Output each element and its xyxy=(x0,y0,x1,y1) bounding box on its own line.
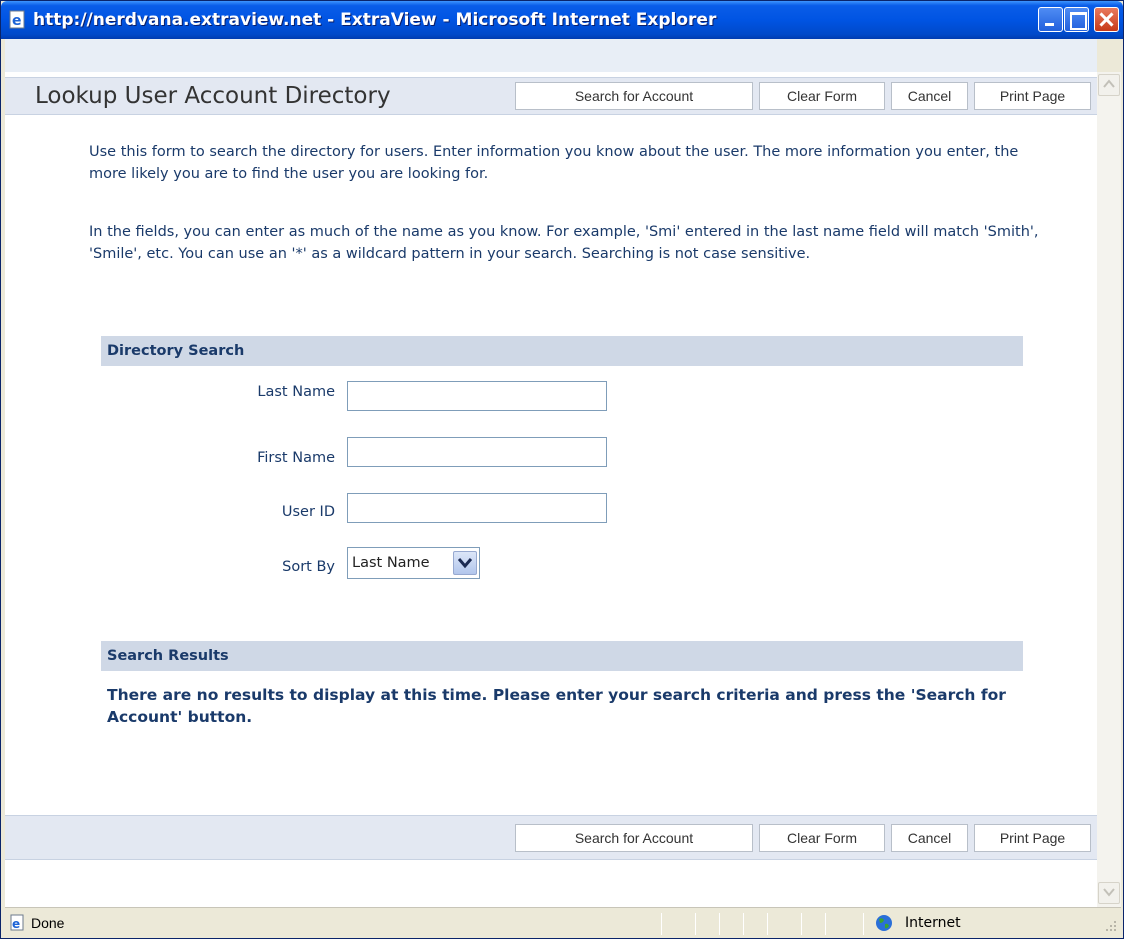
status-divider xyxy=(825,913,826,935)
user-id-input[interactable] xyxy=(347,493,607,523)
search-results-heading: Search Results xyxy=(107,648,229,664)
chevron-down-icon[interactable] xyxy=(453,551,477,575)
clear-form-button[interactable]: Clear Form xyxy=(759,82,885,110)
intro-paragraph-2: In the fields, you can enter as much of … xyxy=(89,224,1039,262)
ie-page-icon: e xyxy=(10,914,24,931)
security-zone-text: Internet xyxy=(905,915,961,931)
status-divider xyxy=(743,913,744,935)
directory-search-header: Directory Search xyxy=(101,336,1023,366)
page-body xyxy=(5,72,1097,907)
search-results-header: Search Results xyxy=(101,641,1023,671)
no-results-message: There are no results to display at this … xyxy=(107,686,1006,726)
top-band xyxy=(5,39,1097,72)
chevron-down-icon xyxy=(1103,888,1115,897)
vertical-scrollbar[interactable] xyxy=(1097,72,1121,907)
resize-grip-icon[interactable] xyxy=(1103,918,1117,932)
cancel-button[interactable]: Cancel xyxy=(891,82,968,110)
first-name-input[interactable] xyxy=(347,437,607,467)
window-title: http://nerdvana.extraview.net - ExtraVie… xyxy=(33,10,717,30)
page-viewport: Lookup User Account Directory Search for… xyxy=(5,39,1097,907)
last-name-input[interactable] xyxy=(347,381,607,411)
ie-page-icon: e xyxy=(9,10,25,29)
footer-print-page-button[interactable]: Print Page xyxy=(974,824,1091,852)
status-divider xyxy=(767,913,768,935)
print-page-button[interactable]: Print Page xyxy=(974,82,1091,110)
globe-icon xyxy=(876,915,892,931)
svg-text:e: e xyxy=(12,13,22,29)
browser-window: e http://nerdvana.extraview.net - ExtraV… xyxy=(0,0,1124,939)
page-title: Lookup User Account Directory xyxy=(35,83,391,109)
sort-by-select[interactable]: Last Name xyxy=(347,547,480,579)
svg-text:e: e xyxy=(12,917,20,931)
user-id-label: User ID xyxy=(281,504,335,520)
maximize-button[interactable] xyxy=(1064,7,1089,32)
scroll-up-button[interactable] xyxy=(1098,74,1120,96)
footer-clear-form-button[interactable]: Clear Form xyxy=(759,824,885,852)
directory-search-heading: Directory Search xyxy=(107,343,245,359)
scroll-down-button[interactable] xyxy=(1098,882,1120,904)
title-bar[interactable]: e http://nerdvana.extraview.net - ExtraV… xyxy=(1,1,1123,39)
close-button[interactable] xyxy=(1094,7,1119,32)
status-divider xyxy=(695,913,696,935)
status-divider xyxy=(863,913,864,935)
footer-cancel-button[interactable]: Cancel xyxy=(891,824,968,852)
status-divider xyxy=(661,913,662,935)
status-bar: e Done Internet xyxy=(5,907,1121,937)
search-for-account-button[interactable]: Search for Account xyxy=(515,82,753,110)
footer-search-for-account-button[interactable]: Search for Account xyxy=(515,824,753,852)
status-divider xyxy=(719,913,720,935)
sort-by-label: Sort By xyxy=(282,559,335,575)
minimize-button[interactable] xyxy=(1038,7,1063,32)
status-divider xyxy=(801,913,802,935)
status-text: Done xyxy=(31,915,65,931)
chevron-up-icon xyxy=(1103,79,1115,88)
intro-paragraph-1: Use this form to search the directory fo… xyxy=(89,144,1019,182)
sort-by-value: Last Name xyxy=(352,555,430,571)
last-name-label: Last Name xyxy=(257,384,335,400)
first-name-label: First Name xyxy=(257,450,335,466)
